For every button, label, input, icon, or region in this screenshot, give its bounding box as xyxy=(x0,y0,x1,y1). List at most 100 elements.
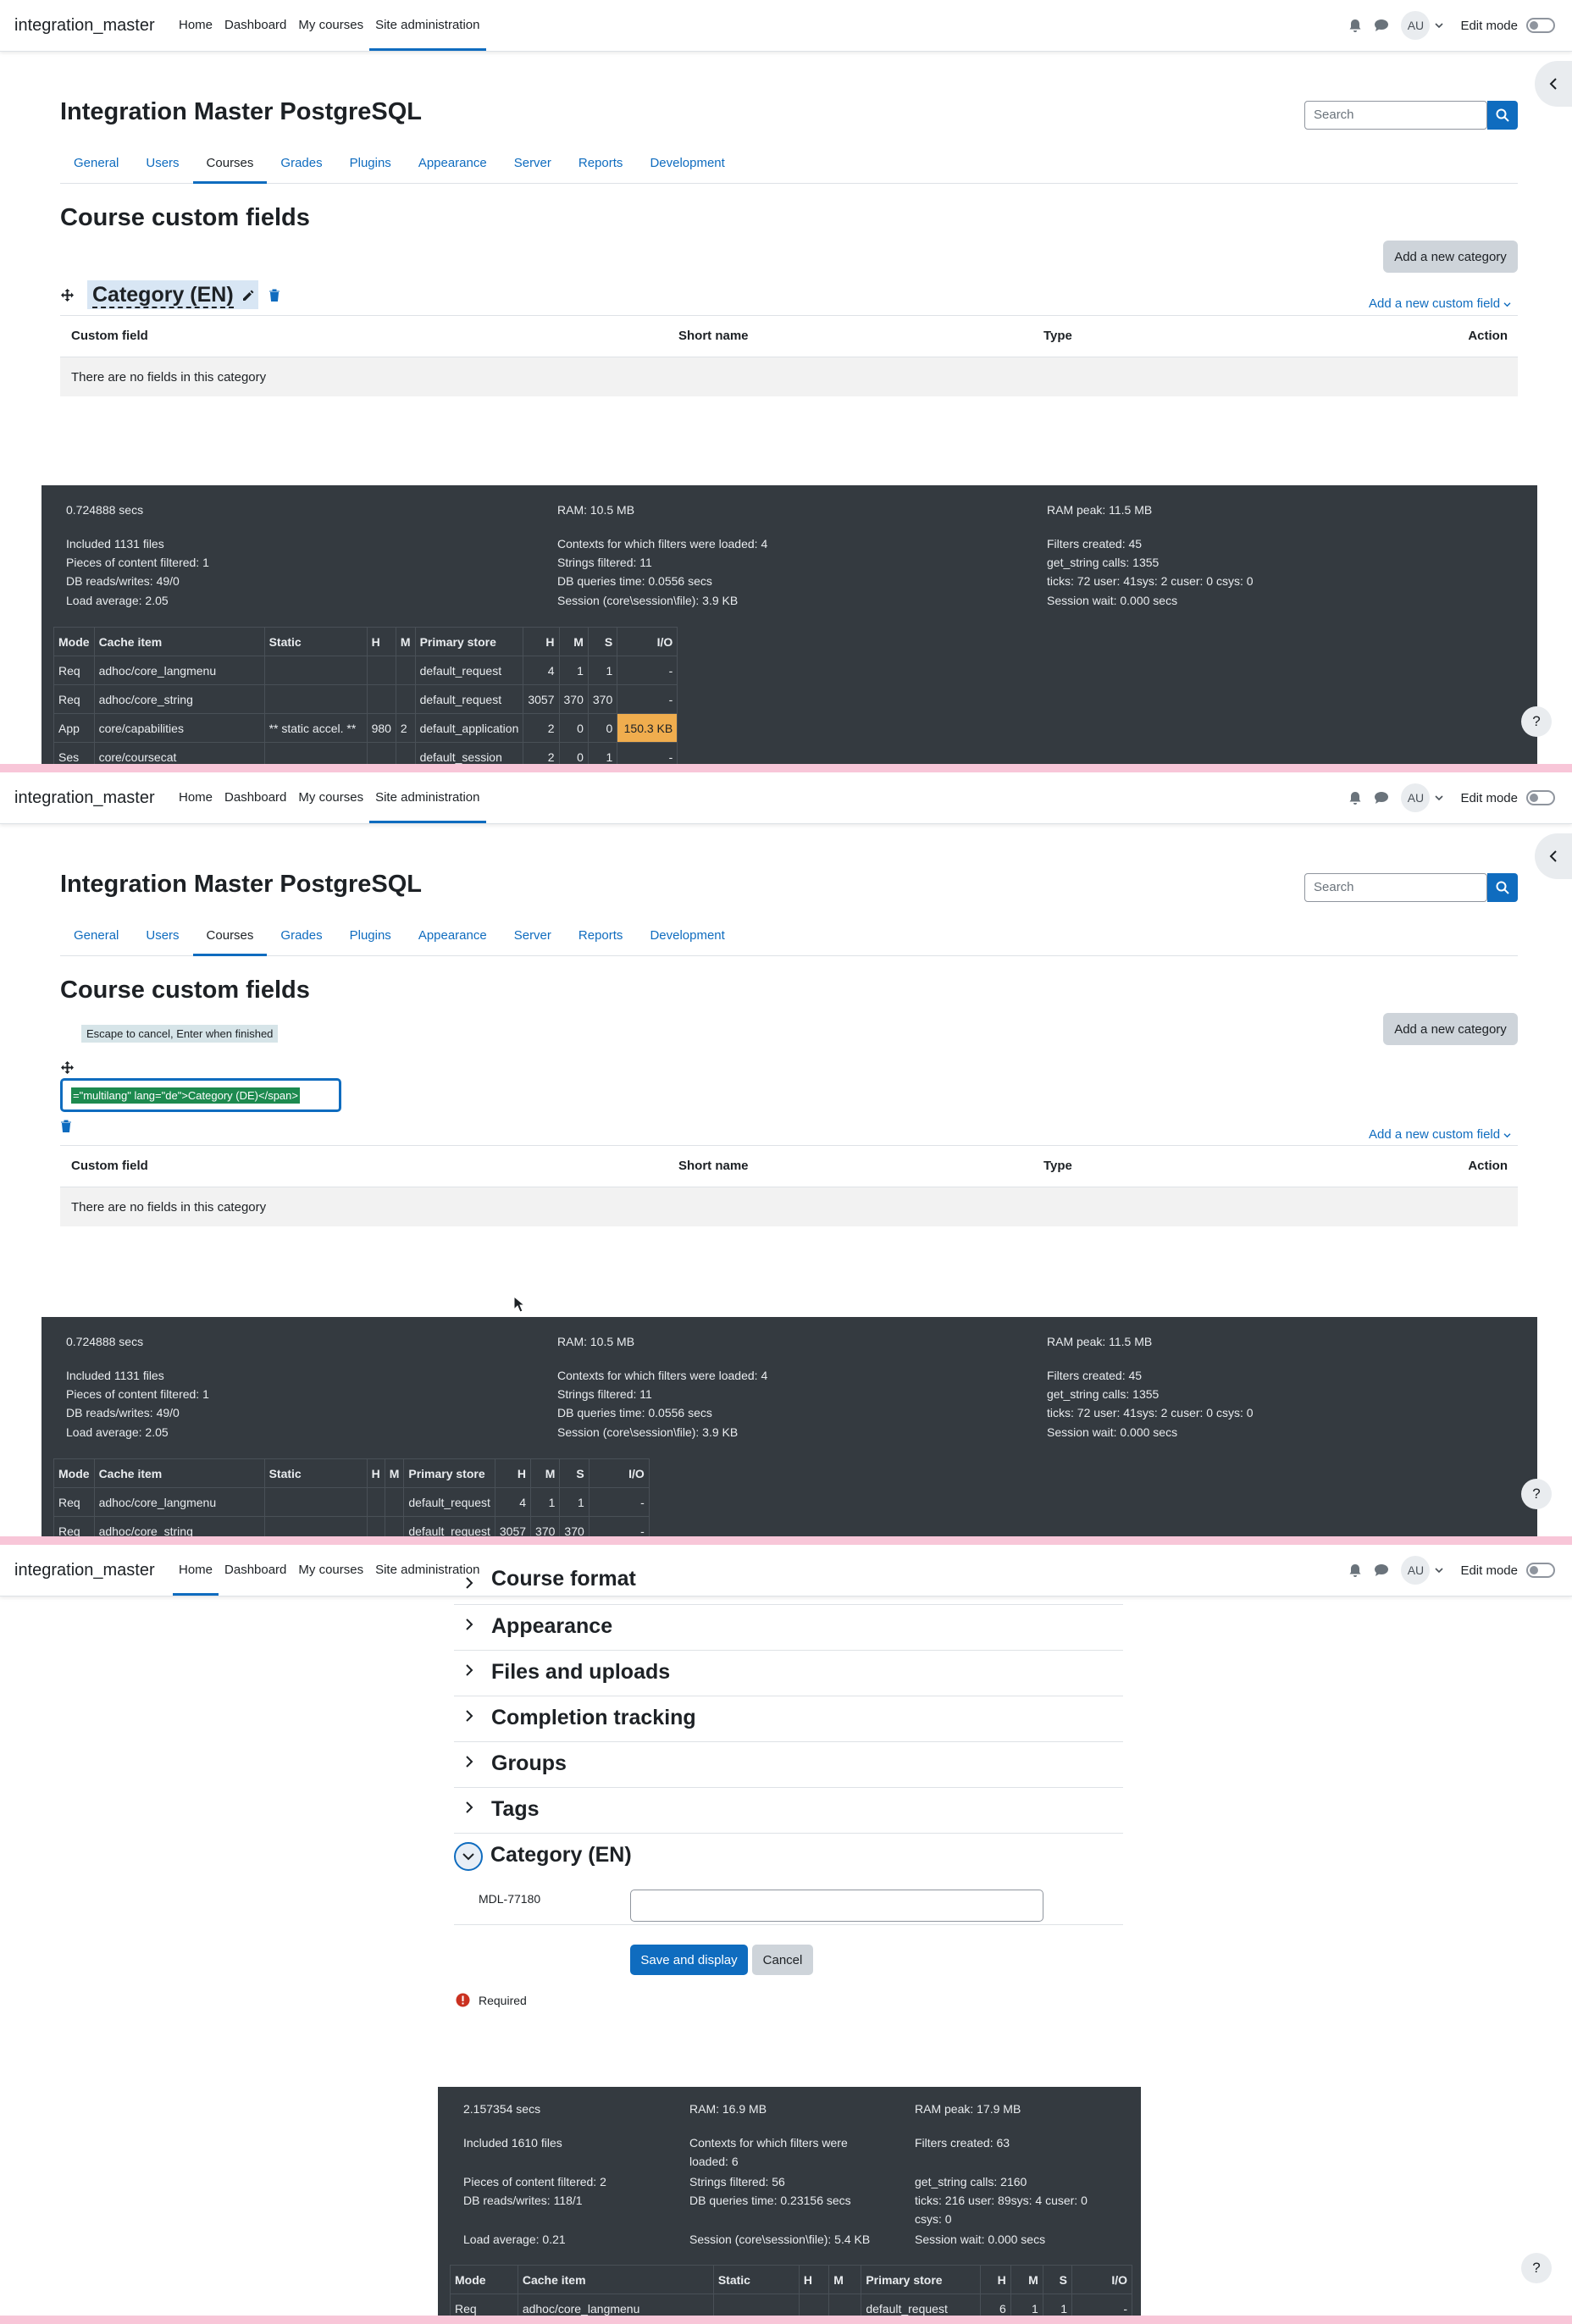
move-icon[interactable] xyxy=(60,1060,75,1075)
pencil-icon[interactable] xyxy=(241,289,255,302)
site-title: Integration Master PostgreSQL xyxy=(60,98,423,125)
add-custom-field-link[interactable]: Add a new custom field xyxy=(1369,1127,1511,1142)
cache-cell: - xyxy=(617,656,678,685)
custom-field-input[interactable] xyxy=(630,1890,1043,1922)
help-button[interactable]: ? xyxy=(1521,2253,1552,2283)
section-files-uploads[interactable]: Files and uploads xyxy=(454,1650,1123,1696)
cache-cell: App xyxy=(53,713,95,743)
search-input[interactable]: Search xyxy=(1304,873,1487,902)
empty-fields-row: There are no fields in this category xyxy=(60,1187,1518,1226)
add-custom-field-link[interactable]: Add a new custom field xyxy=(1369,296,1511,311)
section-groups[interactable]: Groups xyxy=(454,1741,1123,1788)
tab-development[interactable]: Development xyxy=(636,916,738,955)
collapse-toggle[interactable] xyxy=(454,1842,483,1871)
save-and-display-button[interactable]: Save and display xyxy=(630,1945,748,1975)
tab-server[interactable]: Server xyxy=(501,144,565,183)
tab-courses[interactable]: Courses xyxy=(192,916,268,956)
chevron-left-icon xyxy=(1549,850,1557,862)
tab-appearance[interactable]: Appearance xyxy=(405,916,501,955)
tab-plugins[interactable]: Plugins xyxy=(336,916,405,955)
perf-sessionwait: Session wait: 0.000 secs xyxy=(1047,1425,1178,1439)
bell-icon[interactable] xyxy=(1348,1563,1362,1578)
nav-site-administration[interactable]: Site administration xyxy=(369,772,486,823)
tab-users[interactable]: Users xyxy=(132,916,192,955)
tab-general[interactable]: General xyxy=(60,144,132,183)
perf-ram: RAM: 10.5 MB xyxy=(557,503,635,517)
section-appearance[interactable]: Appearance xyxy=(454,1604,1123,1651)
edit-mode-toggle[interactable] xyxy=(1526,18,1555,33)
bell-icon[interactable] xyxy=(1348,791,1362,805)
edit-mode-toggle[interactable] xyxy=(1526,790,1555,805)
required-legend: Required xyxy=(456,1993,527,2007)
tab-reports[interactable]: Reports xyxy=(565,144,637,183)
cache-cell: core/coursecat xyxy=(93,742,265,764)
category-name[interactable]: Category (EN) xyxy=(87,280,258,309)
nav-home[interactable]: Home xyxy=(173,0,219,51)
chat-icon[interactable] xyxy=(1374,1563,1389,1577)
perf-strings: Strings filtered: 11 xyxy=(557,1387,652,1401)
nav-home[interactable]: Home xyxy=(173,772,219,823)
add-category-button[interactable]: Add a new category xyxy=(1383,241,1518,273)
perf-filters: Filters created: 63 xyxy=(915,2136,1010,2150)
tab-users[interactable]: Users xyxy=(132,144,192,183)
section-course-format[interactable]: Course format xyxy=(454,1567,1123,1605)
chat-icon[interactable] xyxy=(1374,19,1389,32)
site-brand[interactable]: integration_master xyxy=(14,16,155,36)
nav-dashboard[interactable]: Dashboard xyxy=(219,772,292,823)
nav-site-administration[interactable]: Site administration xyxy=(369,0,486,51)
cache-col-m: M xyxy=(384,1458,405,1488)
site-brand[interactable]: integration_master xyxy=(14,788,155,808)
user-menu[interactable]: AU xyxy=(1401,783,1444,812)
tab-general[interactable]: General xyxy=(60,916,132,955)
nav-dashboard[interactable]: Dashboard xyxy=(219,0,292,51)
nav-my-courses[interactable]: My courses xyxy=(292,772,369,823)
nav-my-courses[interactable]: My courses xyxy=(292,0,369,51)
section-title: Completion tracking xyxy=(491,1706,696,1729)
cache-col-store: Primary store xyxy=(414,627,524,656)
cache-col-m2: M xyxy=(1010,2265,1043,2294)
edit-mode-toggle[interactable] xyxy=(1526,1563,1555,1578)
search-button[interactable] xyxy=(1487,101,1518,130)
cache-header-row: Mode Cache item Static H M Primary store… xyxy=(53,1458,650,1488)
trash-icon[interactable] xyxy=(268,289,280,302)
category-name-edit-input[interactable]: ="multilang" lang="de">Category (DE)</sp… xyxy=(60,1078,341,1112)
open-drawer-button[interactable] xyxy=(1535,833,1572,879)
cache-cell: default_request xyxy=(403,1487,495,1517)
nav-my-courses[interactable]: My courses xyxy=(292,1545,369,1596)
tab-plugins[interactable]: Plugins xyxy=(336,144,405,183)
navbar-right: AU Edit mode xyxy=(1348,0,1555,51)
fields-table-header: Custom field Short name Type Action xyxy=(60,1145,1518,1188)
nav-home[interactable]: Home xyxy=(173,1545,219,1596)
tab-grades[interactable]: Grades xyxy=(267,144,335,183)
bell-icon[interactable] xyxy=(1348,19,1362,33)
search-input[interactable]: Search xyxy=(1304,101,1487,130)
search-button[interactable] xyxy=(1487,873,1518,902)
open-drawer-button[interactable] xyxy=(1535,61,1572,107)
tab-grades[interactable]: Grades xyxy=(267,916,335,955)
panel-course-form: integration_master Home Dashboard My cou… xyxy=(0,1545,1572,2316)
cache-cell: 0 xyxy=(587,713,618,743)
search-icon xyxy=(1496,108,1509,122)
empty-message: There are no fields in this category xyxy=(71,370,267,385)
cancel-button[interactable]: Cancel xyxy=(752,1945,813,1975)
add-category-button[interactable]: Add a new category xyxy=(1383,1013,1518,1045)
user-menu[interactable]: AU xyxy=(1401,11,1444,40)
tab-appearance[interactable]: Appearance xyxy=(405,144,501,183)
tab-reports[interactable]: Reports xyxy=(565,916,637,955)
chat-icon[interactable] xyxy=(1374,791,1389,805)
cache-row: Req adhoc/core_string default_request 3057 3… xyxy=(53,1516,650,1536)
section-tags[interactable]: Tags xyxy=(454,1787,1123,1834)
cache-cell xyxy=(263,1516,368,1536)
site-brand[interactable]: integration_master xyxy=(14,1561,155,1580)
help-button[interactable]: ? xyxy=(1521,1479,1552,1509)
tab-courses[interactable]: Courses xyxy=(192,144,268,184)
nav-dashboard[interactable]: Dashboard xyxy=(219,1545,292,1596)
tab-development[interactable]: Development xyxy=(636,144,738,183)
section-completion-tracking[interactable]: Completion tracking xyxy=(454,1696,1123,1742)
perf-time: 0.724888 secs xyxy=(66,1335,144,1348)
tab-server[interactable]: Server xyxy=(501,916,565,955)
move-icon[interactable] xyxy=(60,288,75,302)
user-menu[interactable]: AU xyxy=(1401,1556,1444,1585)
help-button[interactable]: ? xyxy=(1521,706,1552,737)
trash-icon[interactable] xyxy=(60,1120,72,1133)
